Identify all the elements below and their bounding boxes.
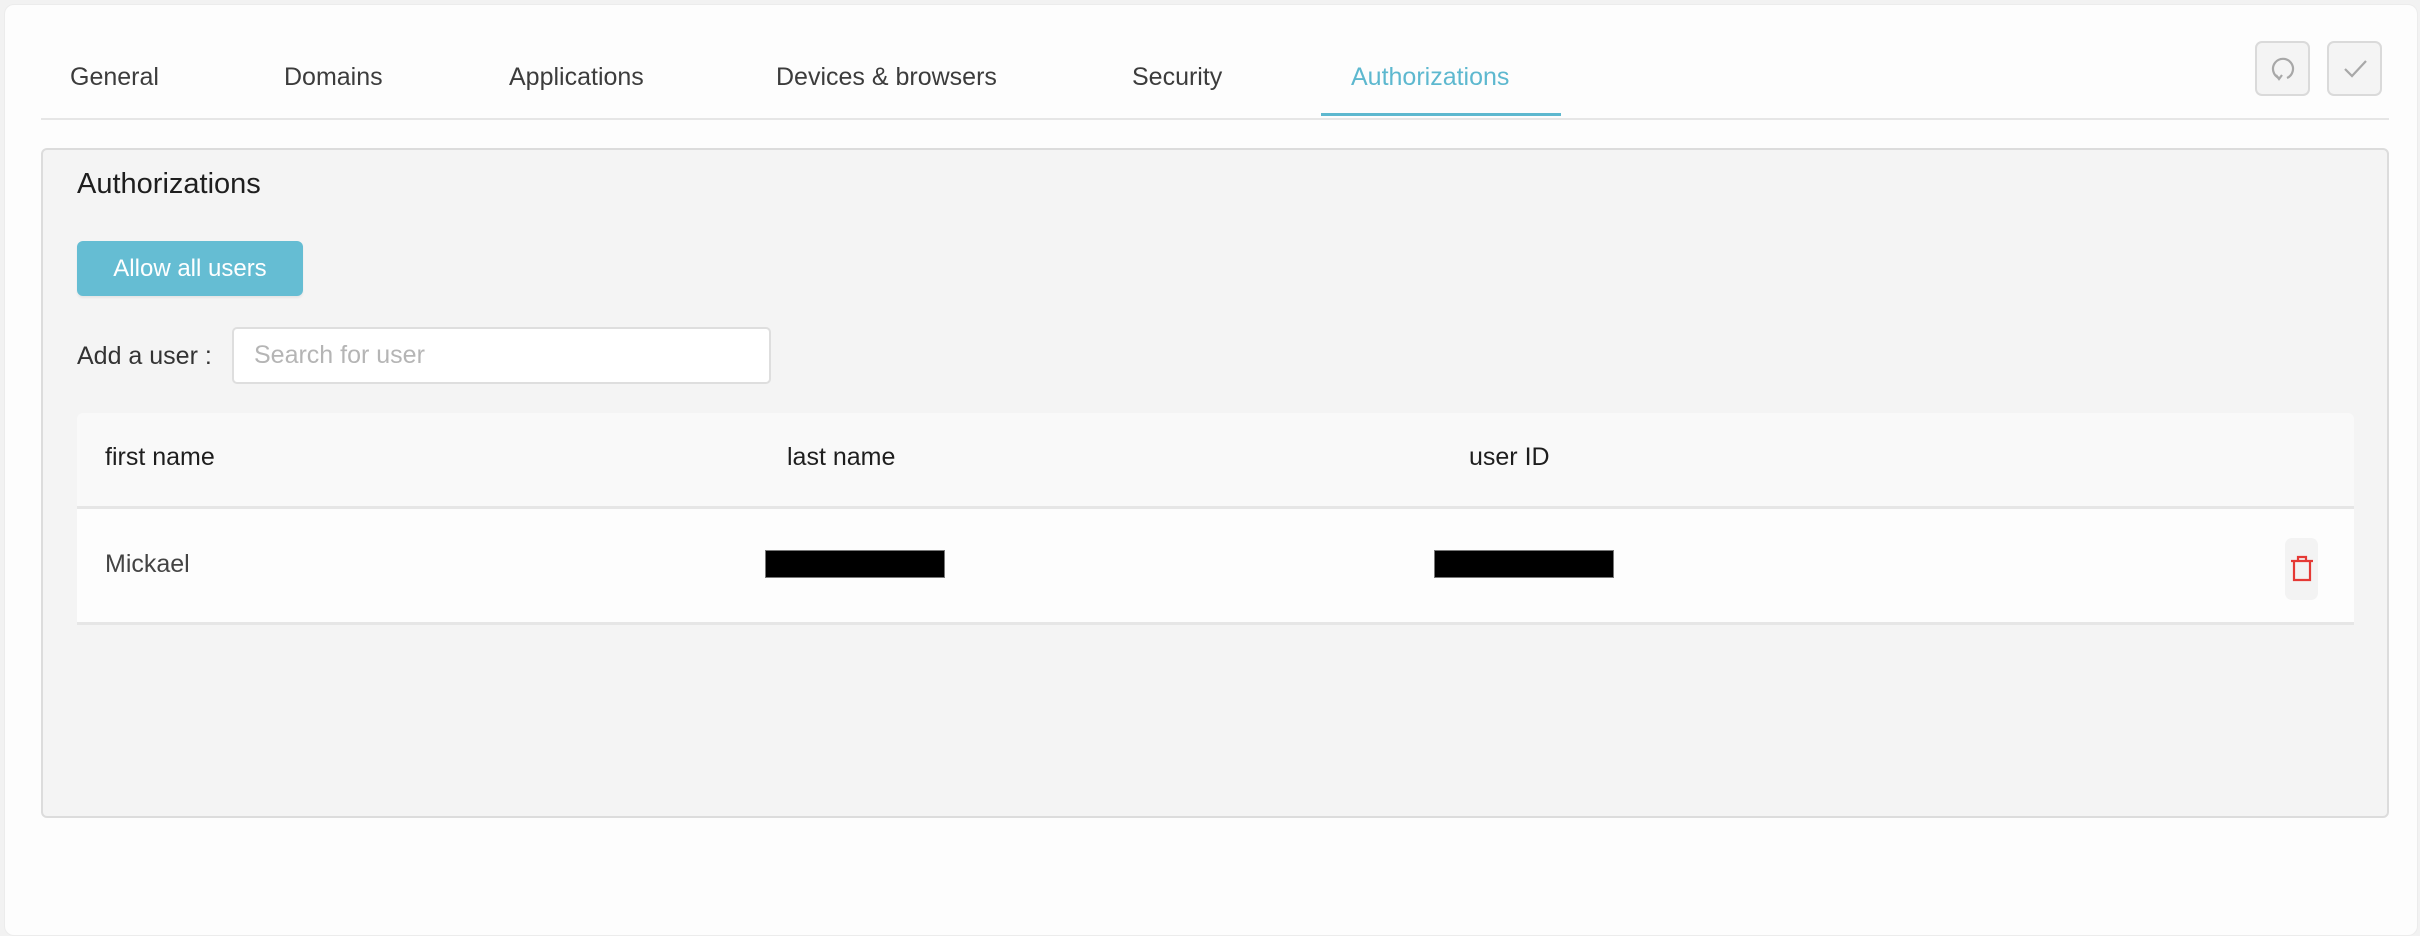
cell-user-id-redacted <box>1434 550 1614 578</box>
tab-general[interactable]: General <box>70 63 159 92</box>
undo-icon <box>2271 57 2294 81</box>
save-button[interactable] <box>2327 41 2382 96</box>
tab-domains[interactable]: Domains <box>284 63 383 92</box>
check-icon <box>2343 59 2367 78</box>
undo-button[interactable] <box>2255 41 2310 96</box>
authorizations-panel: Authorizations Allow all users Add a use… <box>41 148 2389 818</box>
column-header-first-name: first name <box>105 443 215 471</box>
tab-authorizations[interactable]: Authorizations <box>1351 63 1509 92</box>
active-tab-indicator <box>1321 113 1561 116</box>
allow-all-users-button[interactable]: Allow all users <box>77 241 303 296</box>
tab-security[interactable]: Security <box>1132 63 1222 92</box>
delete-user-button[interactable] <box>2285 538 2318 600</box>
column-header-user-id: user ID <box>1469 443 1550 471</box>
trash-icon <box>2290 555 2313 582</box>
user-search-input[interactable] <box>232 327 771 384</box>
table-row: Mickael <box>77 509 2354 625</box>
settings-card: General Domains Applications Devices & b… <box>4 4 2418 936</box>
tab-applications[interactable]: Applications <box>509 63 644 92</box>
tab-devices-browsers[interactable]: Devices & browsers <box>776 63 997 92</box>
cell-first-name: Mickael <box>105 550 190 578</box>
add-user-label: Add a user : <box>77 342 212 370</box>
column-header-last-name: last name <box>787 443 896 471</box>
panel-title: Authorizations <box>77 168 261 200</box>
users-table: first name last name user ID Mickael <box>77 413 2354 625</box>
cell-last-name-redacted <box>765 550 945 578</box>
tab-bar: General Domains Applications Devices & b… <box>41 5 2389 120</box>
table-header: first name last name user ID <box>77 413 2354 509</box>
